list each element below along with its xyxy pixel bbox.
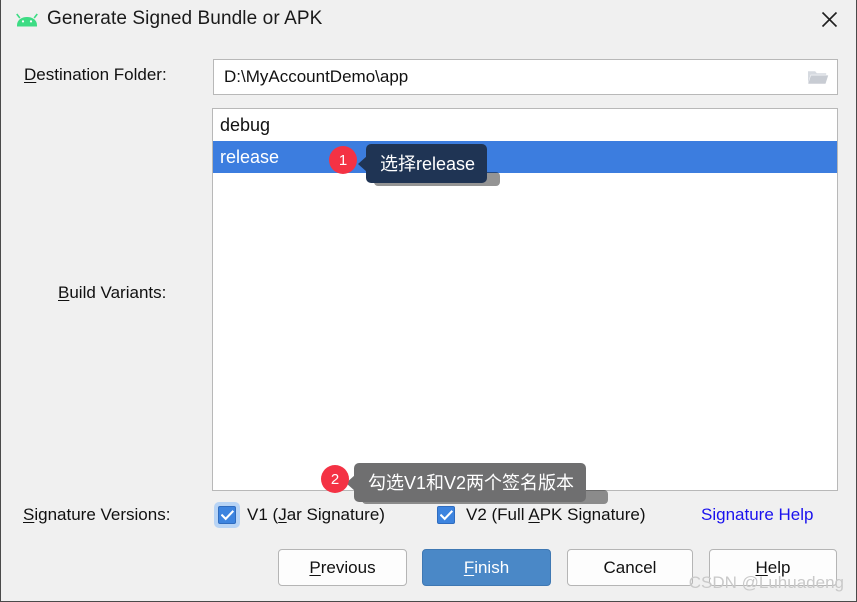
list-item[interactable]: release xyxy=(213,141,837,173)
annotation-tooltip-2: 勾选V1和V2两个签名版本 xyxy=(345,463,587,502)
annotation-badge-2: 2 xyxy=(321,465,349,493)
v1-label-part-b: ar Signature) xyxy=(286,505,385,524)
build-variants-label: Build Variants: xyxy=(58,283,166,303)
destination-folder-label: Destination Folder: xyxy=(24,65,167,85)
finish-button-accelerator: F xyxy=(463,557,475,577)
checkbox-box xyxy=(218,506,236,524)
signature-help-link[interactable]: Signature Help xyxy=(701,505,813,525)
generate-signed-bundle-dialog: Generate Signed Bundle or APK Destinatio… xyxy=(0,0,857,602)
destination-folder-field[interactable]: D:\MyAccountDemo\app xyxy=(213,59,838,95)
v2-signature-label: V2 (Full APK Signature) xyxy=(466,505,646,525)
close-icon[interactable] xyxy=(806,2,852,36)
list-item[interactable]: debug xyxy=(213,109,837,141)
checkbox-box xyxy=(437,506,455,524)
build-variants-label-rest: uild Variants: xyxy=(69,283,167,302)
watermark: CSDN @Luhuadeng xyxy=(688,573,844,592)
previous-button-accelerator: P xyxy=(309,557,321,577)
finish-button-label: inish xyxy=(474,557,510,577)
v1-signature-checkbox-row[interactable]: V1 (Jar Signature) xyxy=(214,502,385,528)
v1-label-part-a: V1 ( xyxy=(247,505,279,524)
signature-versions-label-accelerator: S xyxy=(23,505,35,524)
build-variants-label-accelerator: B xyxy=(58,283,70,302)
v2-label-accelerator: A xyxy=(528,505,540,524)
destination-folder-value[interactable]: D:\MyAccountDemo\app xyxy=(224,67,408,87)
window-title: Generate Signed Bundle or APK xyxy=(47,8,323,29)
title-bar: Generate Signed Bundle or APK xyxy=(1,0,856,44)
folder-open-icon[interactable] xyxy=(807,68,829,86)
finish-button[interactable]: Finish xyxy=(422,549,551,586)
previous-button-label: revious xyxy=(320,557,376,577)
cancel-button[interactable]: Cancel xyxy=(567,549,693,586)
v2-label-part-a: V2 (Full xyxy=(466,505,529,524)
v2-signature-checkbox[interactable] xyxy=(433,502,459,528)
destination-folder-label-rest: estination Folder: xyxy=(36,65,167,84)
signature-versions-label-rest: ignature Versions: xyxy=(34,505,171,524)
v1-label-accelerator: J xyxy=(278,505,287,524)
v2-signature-checkbox-row[interactable]: V2 (Full APK Signature) xyxy=(433,502,646,528)
v1-signature-checkbox[interactable] xyxy=(214,502,240,528)
v2-label-part-b: PK Signature) xyxy=(539,505,646,524)
signature-versions-label: Signature Versions: xyxy=(23,505,170,525)
destination-folder-label-accelerator: D xyxy=(24,65,37,84)
android-robot-icon xyxy=(15,12,39,32)
previous-button[interactable]: Previous xyxy=(278,549,407,586)
build-variants-list[interactable]: debug release xyxy=(212,108,838,491)
v1-signature-label: V1 (Jar Signature) xyxy=(247,505,385,525)
annotation-tooltip-1: 选择release xyxy=(357,144,488,183)
cancel-button-label: Cancel xyxy=(603,557,657,577)
annotation-badge-1: 1 xyxy=(329,146,357,174)
